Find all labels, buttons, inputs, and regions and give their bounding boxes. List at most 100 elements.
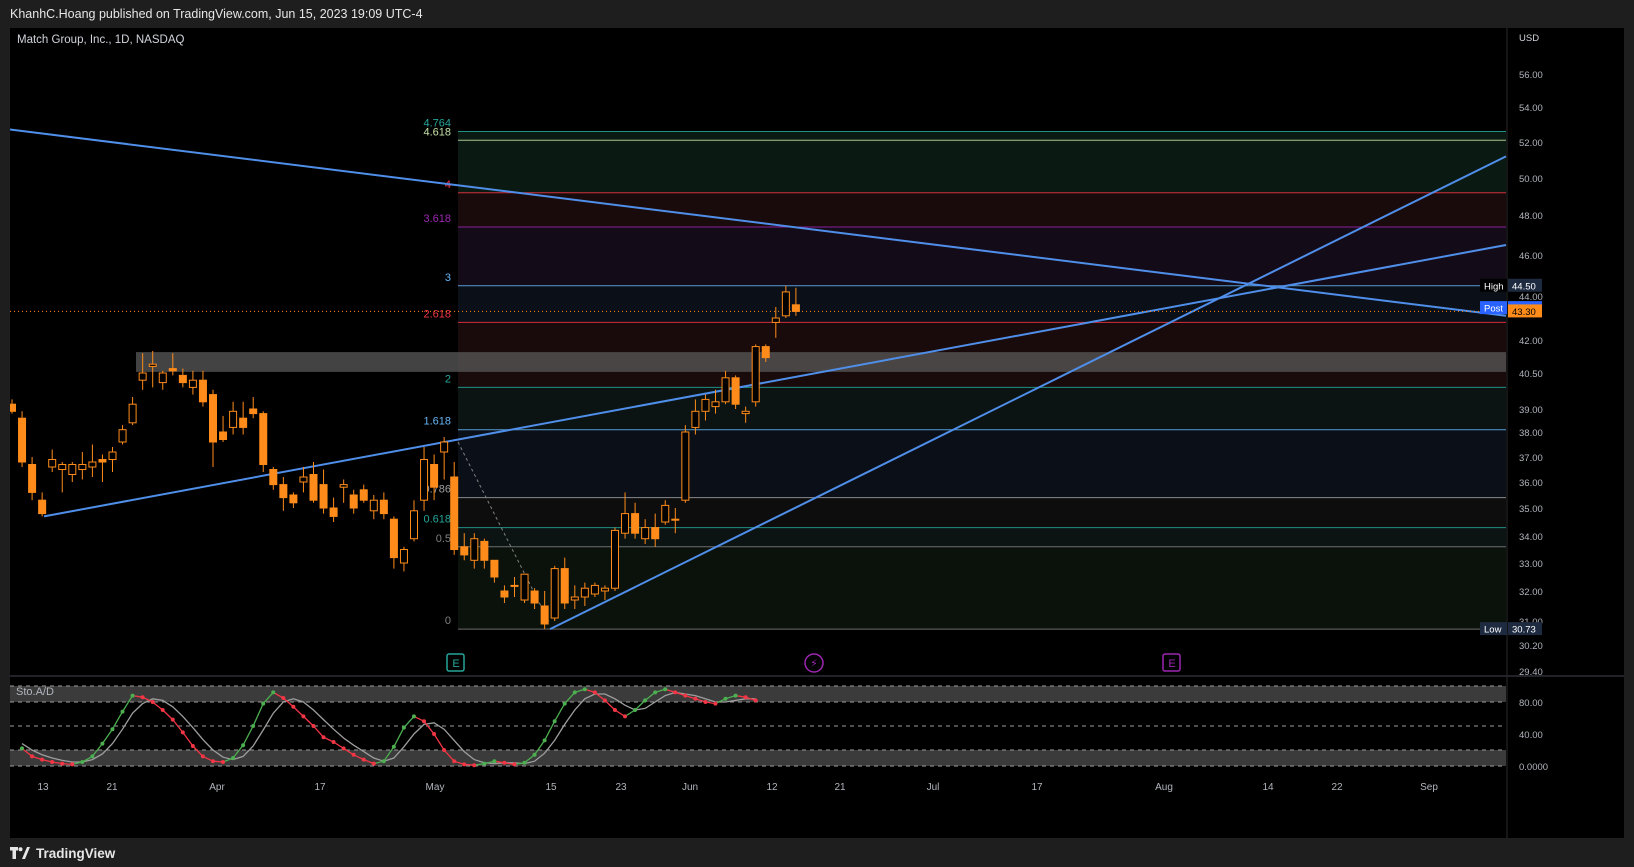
candle-body-up xyxy=(339,484,348,488)
candle-body-down xyxy=(269,469,278,486)
candle xyxy=(410,500,418,542)
tradingview-logo[interactable]: TradingView xyxy=(10,844,115,862)
candle-body-up xyxy=(520,573,529,601)
price-marker-label: Post xyxy=(1484,304,1503,315)
publish-info: KhanhC.Hoang published on TradingView.co… xyxy=(0,0,1634,28)
price-tick-label: 56.00 xyxy=(1519,70,1543,81)
oscillator-point xyxy=(663,687,668,692)
candle-body-down xyxy=(349,494,358,509)
candle-body-up xyxy=(550,568,559,619)
candle-body-down xyxy=(168,368,177,372)
oscillator-point xyxy=(452,759,457,764)
candle-body-up xyxy=(721,377,730,403)
candle-body-up xyxy=(691,410,700,428)
oscillator-point xyxy=(411,714,416,719)
price-marker: Low 30.73 xyxy=(1480,622,1542,636)
candle-body-down xyxy=(219,431,228,440)
oscillator-point xyxy=(592,690,597,695)
candle xyxy=(88,444,97,477)
oscillator-point xyxy=(602,698,607,703)
currency-label: USD xyxy=(1519,33,1539,44)
candle-body-up xyxy=(410,510,418,540)
candle xyxy=(98,454,107,482)
oscillator-point xyxy=(442,748,447,752)
price-tick-label: 37.00 xyxy=(1519,453,1543,464)
oscillator-point xyxy=(401,725,406,730)
candle xyxy=(379,492,388,520)
oscillator-point xyxy=(673,690,678,695)
event-badge-glyph: E xyxy=(1168,658,1175,670)
dividend-lightning-icon[interactable]: ⚡ xyxy=(804,653,824,673)
candle xyxy=(229,401,238,435)
candle xyxy=(349,489,358,514)
time-tick-label: Jun xyxy=(682,782,698,793)
fib-level-label: 0.618 xyxy=(423,514,451,526)
oscillator-point xyxy=(190,744,195,748)
earnings-icon[interactable]: E xyxy=(446,653,465,672)
candle-body-up xyxy=(510,584,519,587)
oscillator-point xyxy=(200,754,205,759)
fib-level-label: 3 xyxy=(445,272,451,284)
oscillator-point xyxy=(391,744,396,749)
candle xyxy=(309,462,318,503)
fib-level-label: 3.618 xyxy=(423,213,451,225)
oscillator-point xyxy=(472,763,477,768)
oscillator-point xyxy=(733,693,738,698)
candle-body-up xyxy=(440,441,449,453)
oscillator-point xyxy=(582,687,587,692)
oscillator-point xyxy=(542,738,547,743)
future-earnings-icon[interactable]: E xyxy=(1162,653,1181,672)
candle xyxy=(520,573,529,603)
overbought-band xyxy=(10,686,1506,702)
price-tick-label: 35.00 xyxy=(1519,504,1543,515)
time-tick-label: 21 xyxy=(106,782,118,793)
time-tick-label: Jul xyxy=(927,782,940,793)
candle xyxy=(550,565,559,621)
candle-body-up xyxy=(781,291,790,317)
candle-body-up xyxy=(661,504,670,523)
candle-body-down xyxy=(500,590,509,598)
candle xyxy=(58,462,67,493)
event-badge-glyph: E xyxy=(452,658,459,670)
candle-body-up xyxy=(369,499,378,512)
candle-body-up xyxy=(600,587,609,592)
candle xyxy=(48,449,57,472)
price-marker-label: High xyxy=(1484,281,1504,292)
oscillator-point xyxy=(100,741,105,746)
candle-body-down xyxy=(209,394,217,443)
oscillator-point xyxy=(180,730,185,735)
candle xyxy=(198,370,207,407)
candle-body-down xyxy=(309,474,318,501)
oscillator-point xyxy=(743,695,748,700)
oscillator-k-segment xyxy=(292,706,304,717)
oscillator-point xyxy=(40,757,45,762)
candle-body-down xyxy=(540,605,549,625)
chart-area[interactable]: 4.7644.61843.61832.61821.6180.7860.6180.… xyxy=(10,28,1624,838)
candle xyxy=(259,411,268,472)
candle xyxy=(359,484,368,503)
oscillator-k-segment xyxy=(554,703,566,722)
price-tick-label: 36.00 xyxy=(1519,478,1543,489)
candle-body-up xyxy=(78,464,87,470)
candle xyxy=(128,397,137,426)
oscillator-point xyxy=(281,696,286,700)
candle-body-down xyxy=(289,494,298,504)
candle xyxy=(339,479,348,503)
price-tick-label: 40.50 xyxy=(1519,369,1543,380)
oscillator-point xyxy=(120,709,125,714)
price-marker: High 44.50 xyxy=(1480,278,1542,292)
time-tick-label: 12 xyxy=(766,782,778,793)
fib-zone xyxy=(458,192,1506,227)
oscillator-point xyxy=(60,761,65,766)
candle xyxy=(118,425,127,445)
oscillator-point xyxy=(572,690,577,695)
candle-body-down xyxy=(389,518,398,559)
chart-canvas[interactable]: 4.7644.61843.61832.61821.6180.7860.6180.… xyxy=(10,28,1624,838)
fib-level-label: 2 xyxy=(445,373,451,385)
candle xyxy=(751,344,760,407)
price-tick-label: 48.00 xyxy=(1519,211,1543,222)
oscillator-point xyxy=(532,752,537,757)
oscillator-point xyxy=(753,698,758,703)
candle-body-up xyxy=(399,549,408,564)
fib-level-label: 1.618 xyxy=(423,416,451,428)
